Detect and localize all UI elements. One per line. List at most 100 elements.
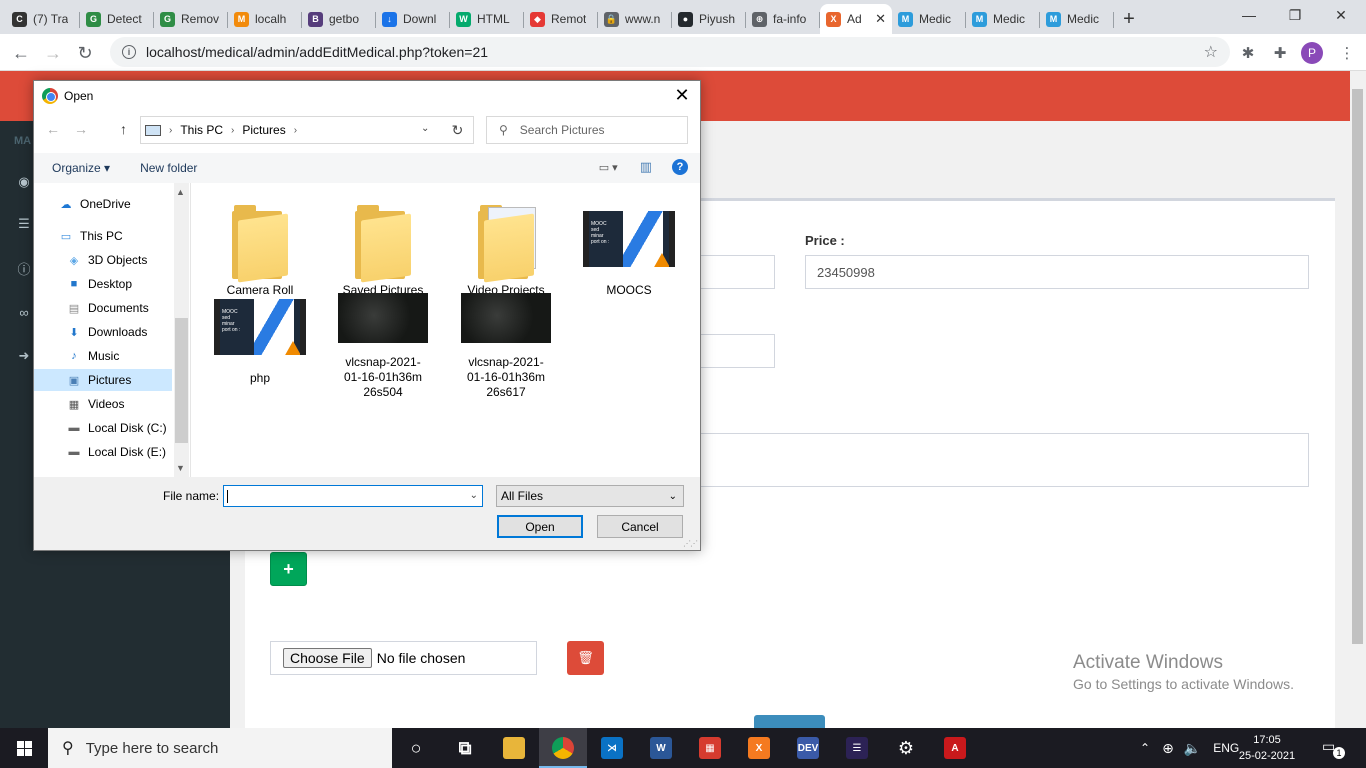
file-type-dropdown-icon[interactable]: ⌄	[669, 491, 677, 502]
store-icon[interactable]: ▦	[686, 728, 734, 768]
browser-tab[interactable]: ⊕ fa-info	[746, 4, 820, 34]
dialog-close-icon[interactable]: ✕	[672, 85, 692, 106]
page-scrollbar[interactable]	[1350, 71, 1366, 728]
nav-item[interactable]: ▤ Documents	[34, 297, 172, 319]
address-bar[interactable]: i localhost/medical/admin/addEditMedical…	[110, 37, 1230, 67]
dialog-forward-icon[interactable]: →	[74, 121, 88, 137]
file-item[interactable]: Camera Roll	[205, 201, 315, 298]
menu-kebab-icon[interactable]: ⋮	[1336, 42, 1358, 64]
dialog-search-input[interactable]: ⚲ Search Pictures	[486, 116, 688, 144]
site-info-icon[interactable]: i	[122, 45, 136, 59]
extensions-puzzle-icon[interactable]: ✚	[1269, 42, 1291, 64]
browser-tab[interactable]: G Remov	[154, 4, 228, 34]
file-item[interactable]: Saved Pictures	[328, 201, 438, 298]
close-window-icon[interactable]: ✕	[1318, 0, 1364, 30]
new-folder-button[interactable]: New folder	[140, 161, 197, 175]
acrobat-icon[interactable]: A	[931, 728, 979, 768]
breadcrumb-pictures[interactable]: Pictures	[242, 123, 285, 137]
dashboard-icon[interactable]: ◉	[17, 174, 31, 189]
new-tab-button[interactable]: +	[1114, 4, 1144, 34]
taskbar-search[interactable]: ⚲ Type here to search	[48, 728, 392, 768]
file-input[interactable]: Choose File No file chosen	[270, 641, 537, 675]
add-image-button[interactable]: +	[270, 552, 307, 586]
nav-item[interactable]: ☁ OneDrive	[34, 193, 172, 215]
browser-tab[interactable]: Mlocalh	[228, 4, 302, 34]
nav-scrollbar-thumb[interactable]	[175, 318, 188, 443]
file-item[interactable]: MOOC sed minar port on : MOOCS	[574, 201, 684, 298]
file-item[interactable]: Video Projects	[451, 201, 561, 298]
scroll-up-icon[interactable]: ▲	[176, 187, 185, 197]
nav-item[interactable]: ⬇ Downloads	[34, 321, 172, 343]
nav-item[interactable]: ▬ Local Disk (E:)	[34, 441, 172, 463]
minimize-icon[interactable]: —	[1226, 0, 1272, 30]
chrome-icon[interactable]	[539, 728, 587, 768]
browser-tab[interactable]: X Ad ✕	[820, 4, 892, 34]
dialog-path-bar[interactable]: › This PC › Pictures › ⌄	[140, 116, 474, 144]
tray-overflow-icon[interactable]: ⌃	[1140, 741, 1150, 755]
nav-item[interactable]: ▭ This PC	[34, 225, 172, 247]
price-input[interactable]: 23450998	[805, 255, 1309, 289]
nav-scrollbar[interactable]: ▲ ▼	[174, 183, 189, 477]
back-icon[interactable]: ←	[8, 40, 34, 66]
browser-tab[interactable]: M Medic	[1040, 4, 1114, 34]
breadcrumb-this-pc[interactable]: This PC	[180, 123, 223, 137]
file-type-select[interactable]: All Files ⌄	[496, 485, 684, 507]
file-item[interactable]: vlcsnap-2021-01-16-01h36m26s504	[328, 289, 438, 400]
view-mode-icon[interactable]: ▭ ▾	[599, 161, 618, 174]
file-name-dropdown-icon[interactable]: ⌄	[470, 490, 478, 501]
forward-icon[interactable]: →	[40, 40, 66, 66]
logout-icon[interactable]: ➜	[17, 348, 31, 363]
language-indicator[interactable]: ENG	[1213, 741, 1239, 755]
scroll-down-icon[interactable]: ▼	[176, 463, 185, 473]
help-icon[interactable]: ?	[672, 159, 688, 175]
file-item[interactable]: vlcsnap-2021-01-16-01h36m26s617	[451, 289, 561, 400]
browser-tab[interactable]: Bgetbo	[302, 4, 376, 34]
clock[interactable]: 17:05 25-02-2021	[1237, 732, 1297, 764]
file-item[interactable]: MOOC sed minar port on : php	[205, 289, 315, 386]
word-icon[interactable]: W	[637, 728, 685, 768]
bookmark-star-icon[interactable]: ☆	[1204, 42, 1218, 62]
nav-item[interactable]: ◈ 3D Objects	[34, 249, 172, 271]
nav-item[interactable]: ▦ Videos	[34, 393, 172, 415]
browser-tab[interactable]: C (7) Tra	[6, 4, 80, 34]
nav-item[interactable]: ♪ Music	[34, 345, 172, 367]
organize-menu[interactable]: Organize ▾	[52, 161, 110, 175]
path-separator[interactable]: ›	[231, 125, 234, 136]
settings-icon[interactable]: ⚙	[882, 728, 930, 768]
nav-item[interactable]: ■ Desktop	[34, 273, 172, 295]
open-button[interactable]: Open	[497, 515, 583, 538]
vscode-icon[interactable]: ⋊	[588, 728, 636, 768]
dialog-refresh-icon[interactable]: ↻	[442, 116, 474, 144]
browser-tab[interactable]: ● Piyush	[672, 4, 746, 34]
profile-avatar[interactable]: P	[1301, 42, 1323, 64]
browser-tab[interactable]: ↓ Downl	[376, 4, 450, 34]
browser-tab[interactable]: G Detect	[80, 4, 154, 34]
volume-icon[interactable]: 🔈	[1184, 740, 1201, 757]
notifications-icon[interactable]: ▭ 1	[1322, 738, 1345, 759]
cancel-button[interactable]: Cancel	[597, 515, 683, 538]
file-explorer-icon[interactable]	[490, 728, 538, 768]
dialog-up-icon[interactable]: ↑	[120, 121, 127, 137]
description-textarea[interactable]	[680, 433, 1309, 487]
bug-extension-icon[interactable]: ✱	[1237, 42, 1259, 64]
task-view-icon[interactable]: ⧉	[441, 728, 489, 768]
dialog-back-icon[interactable]: ←	[46, 121, 60, 137]
browser-tab[interactable]: M Medic	[966, 4, 1040, 34]
page-scrollbar-thumb[interactable]	[1352, 89, 1363, 644]
tab-close-icon[interactable]: ✕	[875, 11, 886, 27]
choose-file-button[interactable]: Choose File	[283, 648, 372, 668]
resize-grip-icon[interactable]: ⋰⋰	[683, 539, 698, 548]
path-separator[interactable]: ›	[294, 125, 297, 136]
file-name-input[interactable]: ⌄	[223, 485, 483, 507]
devcpp-icon[interactable]: DEV	[784, 728, 832, 768]
submit-button[interactable]	[754, 715, 825, 728]
link-icon[interactable]: ∞	[17, 305, 31, 320]
eclipse-icon[interactable]: ☰	[833, 728, 881, 768]
nav-item[interactable]: ▣ Pictures	[34, 369, 172, 391]
browser-tab[interactable]: W HTML	[450, 4, 524, 34]
nav-item[interactable]: ▬ Local Disk (C:)	[34, 417, 172, 439]
reload-icon[interactable]: ↻	[72, 40, 98, 66]
xampp-icon[interactable]: X	[735, 728, 783, 768]
list-icon[interactable]: ☰	[17, 216, 31, 231]
cortana-icon[interactable]: ○	[392, 728, 440, 768]
